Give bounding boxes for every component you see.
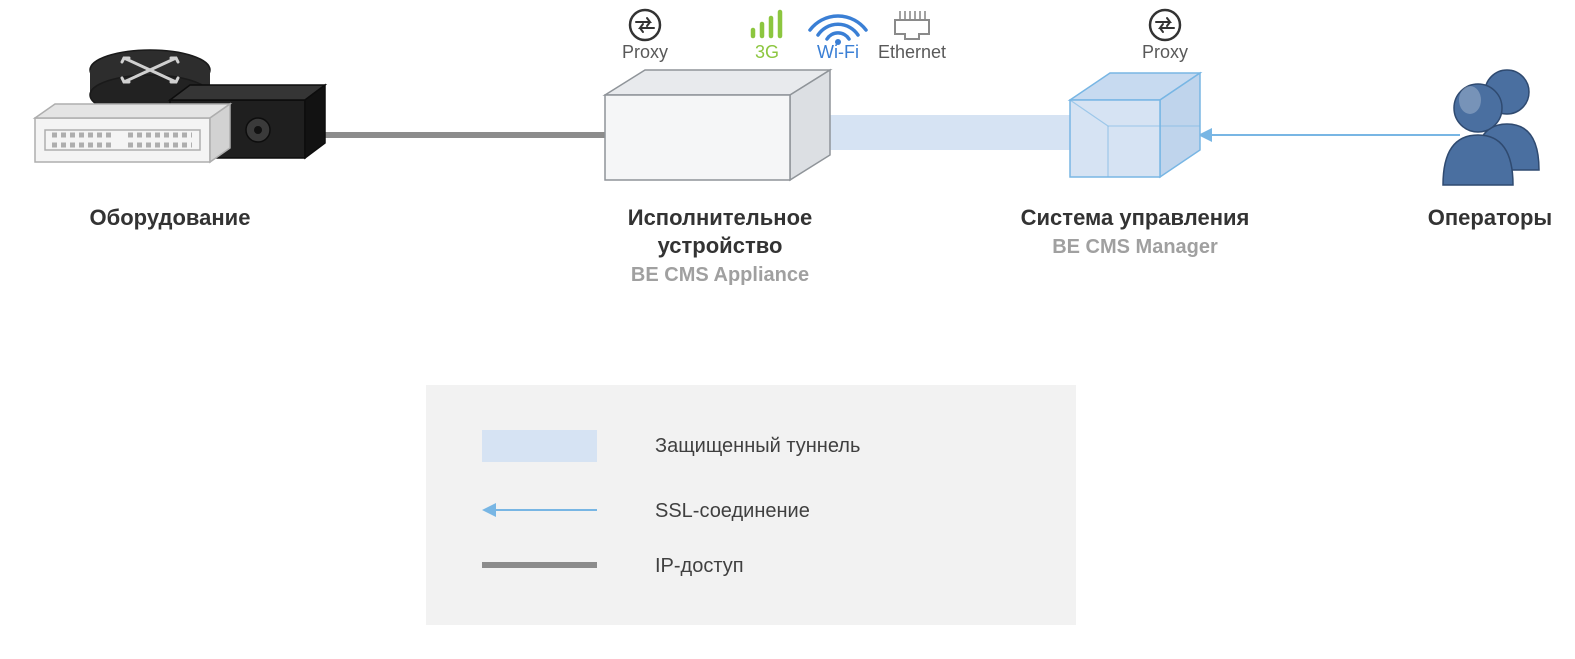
appliance-sub: BE CMS Appliance (631, 264, 809, 286)
proxy-left-icon (630, 10, 660, 40)
appliance-label-2: устройство (658, 233, 783, 258)
wifi-icon (810, 16, 866, 45)
proxy-right-icon (1150, 10, 1180, 40)
manager-label: Система управления (1021, 205, 1250, 230)
proxy-left-label: Proxy (622, 42, 668, 62)
link-tunnel (790, 115, 1080, 150)
legend-tunnel-swatch (482, 430, 597, 462)
equipment-icon (35, 50, 325, 162)
operators-label: Операторы (1428, 205, 1552, 230)
legend-ssl-label: SSL-соединение (655, 500, 810, 522)
network-diagram: Оборудование Исполнительное устройство B… (0, 0, 1575, 654)
operators-icon (1443, 70, 1539, 185)
appliance-box (605, 70, 830, 180)
proxy-right-label: Proxy (1142, 42, 1188, 62)
equipment-label: Оборудование (90, 205, 251, 230)
manager-sub: BE CMS Manager (1052, 236, 1218, 258)
ethernet-icon (895, 11, 929, 39)
threeg-label: 3G (755, 42, 779, 62)
legend-tunnel-label: Защищенный туннель (655, 435, 860, 457)
threeg-icon (753, 12, 780, 36)
appliance-label-1: Исполнительное (628, 205, 813, 230)
legend-ip-label: IP-доступ (655, 555, 744, 577)
manager-cube (1070, 73, 1200, 177)
ethernet-label: Ethernet (878, 42, 946, 62)
wifi-label: Wi-Fi (817, 42, 859, 62)
